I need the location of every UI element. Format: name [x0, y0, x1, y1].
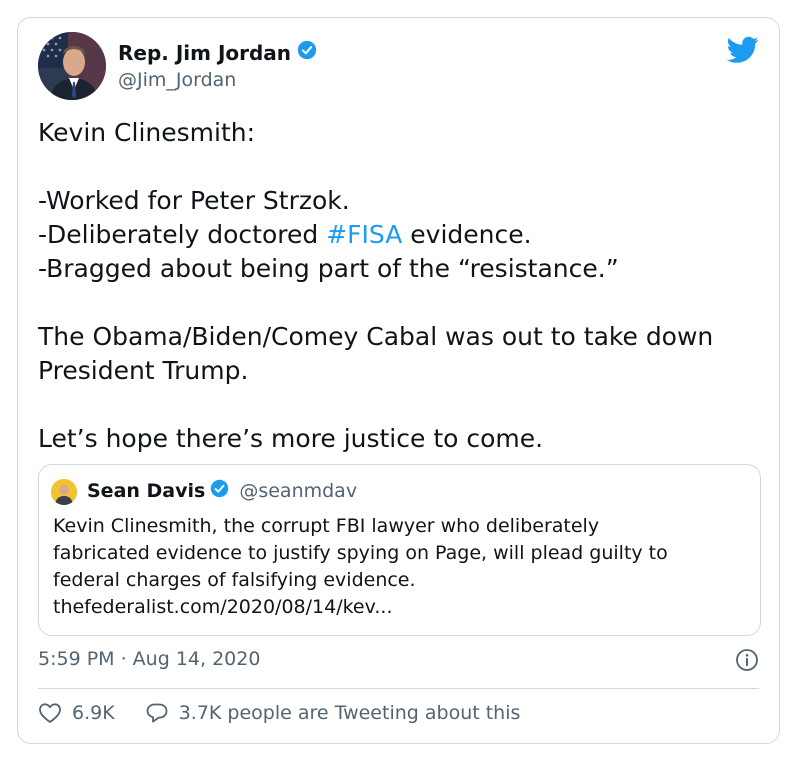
author-avatar[interactable] [38, 32, 106, 100]
quoted-author-avatar [51, 479, 77, 505]
tweet-line: President Trump. [38, 356, 249, 385]
quoted-link: thefederalist.com/2020/08/14/kev... [53, 596, 393, 618]
tweeting-about-button[interactable]: 3.7K people are Tweeting about this [145, 702, 521, 724]
author-display-name[interactable]: Rep. Jim Jordan [118, 41, 291, 65]
info-icon[interactable] [735, 648, 759, 676]
engagement-bar: 6.9K 3.7K people are Tweeting about this [38, 702, 520, 724]
tweet-line: The Obama/Biden/Comey Cabal was out to t… [38, 322, 714, 351]
quoted-line: fabricated evidence to justify spying on… [53, 542, 668, 564]
tweet-card[interactable]: Rep. Jim Jordan @Jim_Jordan Kevin Clines… [17, 17, 780, 744]
tweet-line: -Deliberately doctored #FISA evidence. [38, 218, 768, 252]
twitter-bird-icon[interactable] [726, 36, 759, 68]
like-count: 6.9K [72, 702, 115, 724]
hashtag-fisa-link[interactable]: #FISA [326, 220, 402, 249]
heart-icon [39, 703, 61, 723]
quoted-line: Kevin Clinesmith, the corrupt FBI lawyer… [53, 515, 600, 537]
verified-badge-icon [210, 479, 229, 503]
quoted-display-name: Sean Davis [87, 480, 206, 502]
tweet-line: Let’s hope there’s more justice to come. [38, 424, 544, 453]
quoted-author: Sean Davis @seanmdav [87, 479, 357, 503]
quoted-handle: @seanmdav [239, 480, 358, 502]
tweet-line: -Worked for Peter Strzok. [38, 186, 350, 215]
verified-badge-icon [297, 40, 317, 65]
tweeting-count: 3.7K people are Tweeting about this [178, 702, 521, 724]
like-button[interactable]: 6.9K [38, 702, 115, 724]
quoted-tweet[interactable]: Sean Davis @seanmdav Kevin Clinesmith, t… [38, 464, 761, 636]
reply-bubble-icon [146, 703, 168, 723]
quoted-text: Kevin Clinesmith, the corrupt FBI lawyer… [53, 513, 753, 621]
author-handle[interactable]: @Jim_Jordan [118, 69, 236, 91]
tweet-line: -Bragged about being part of the “resist… [38, 254, 619, 283]
quoted-line: federal charges of falsifying evidence. [53, 569, 416, 591]
tweet-text: Kevin Clinesmith: -Worked for Peter Strz… [38, 116, 768, 456]
tweet-timestamp[interactable]: 5:59 PM · Aug 14, 2020 [38, 648, 260, 670]
divider [38, 688, 759, 689]
author-name[interactable]: Rep. Jim Jordan [118, 40, 317, 65]
tweet-line-part: evidence. [402, 220, 532, 249]
tweet-line-part: -Deliberately doctored [38, 220, 327, 249]
tweet-line: Kevin Clinesmith: [38, 118, 256, 147]
